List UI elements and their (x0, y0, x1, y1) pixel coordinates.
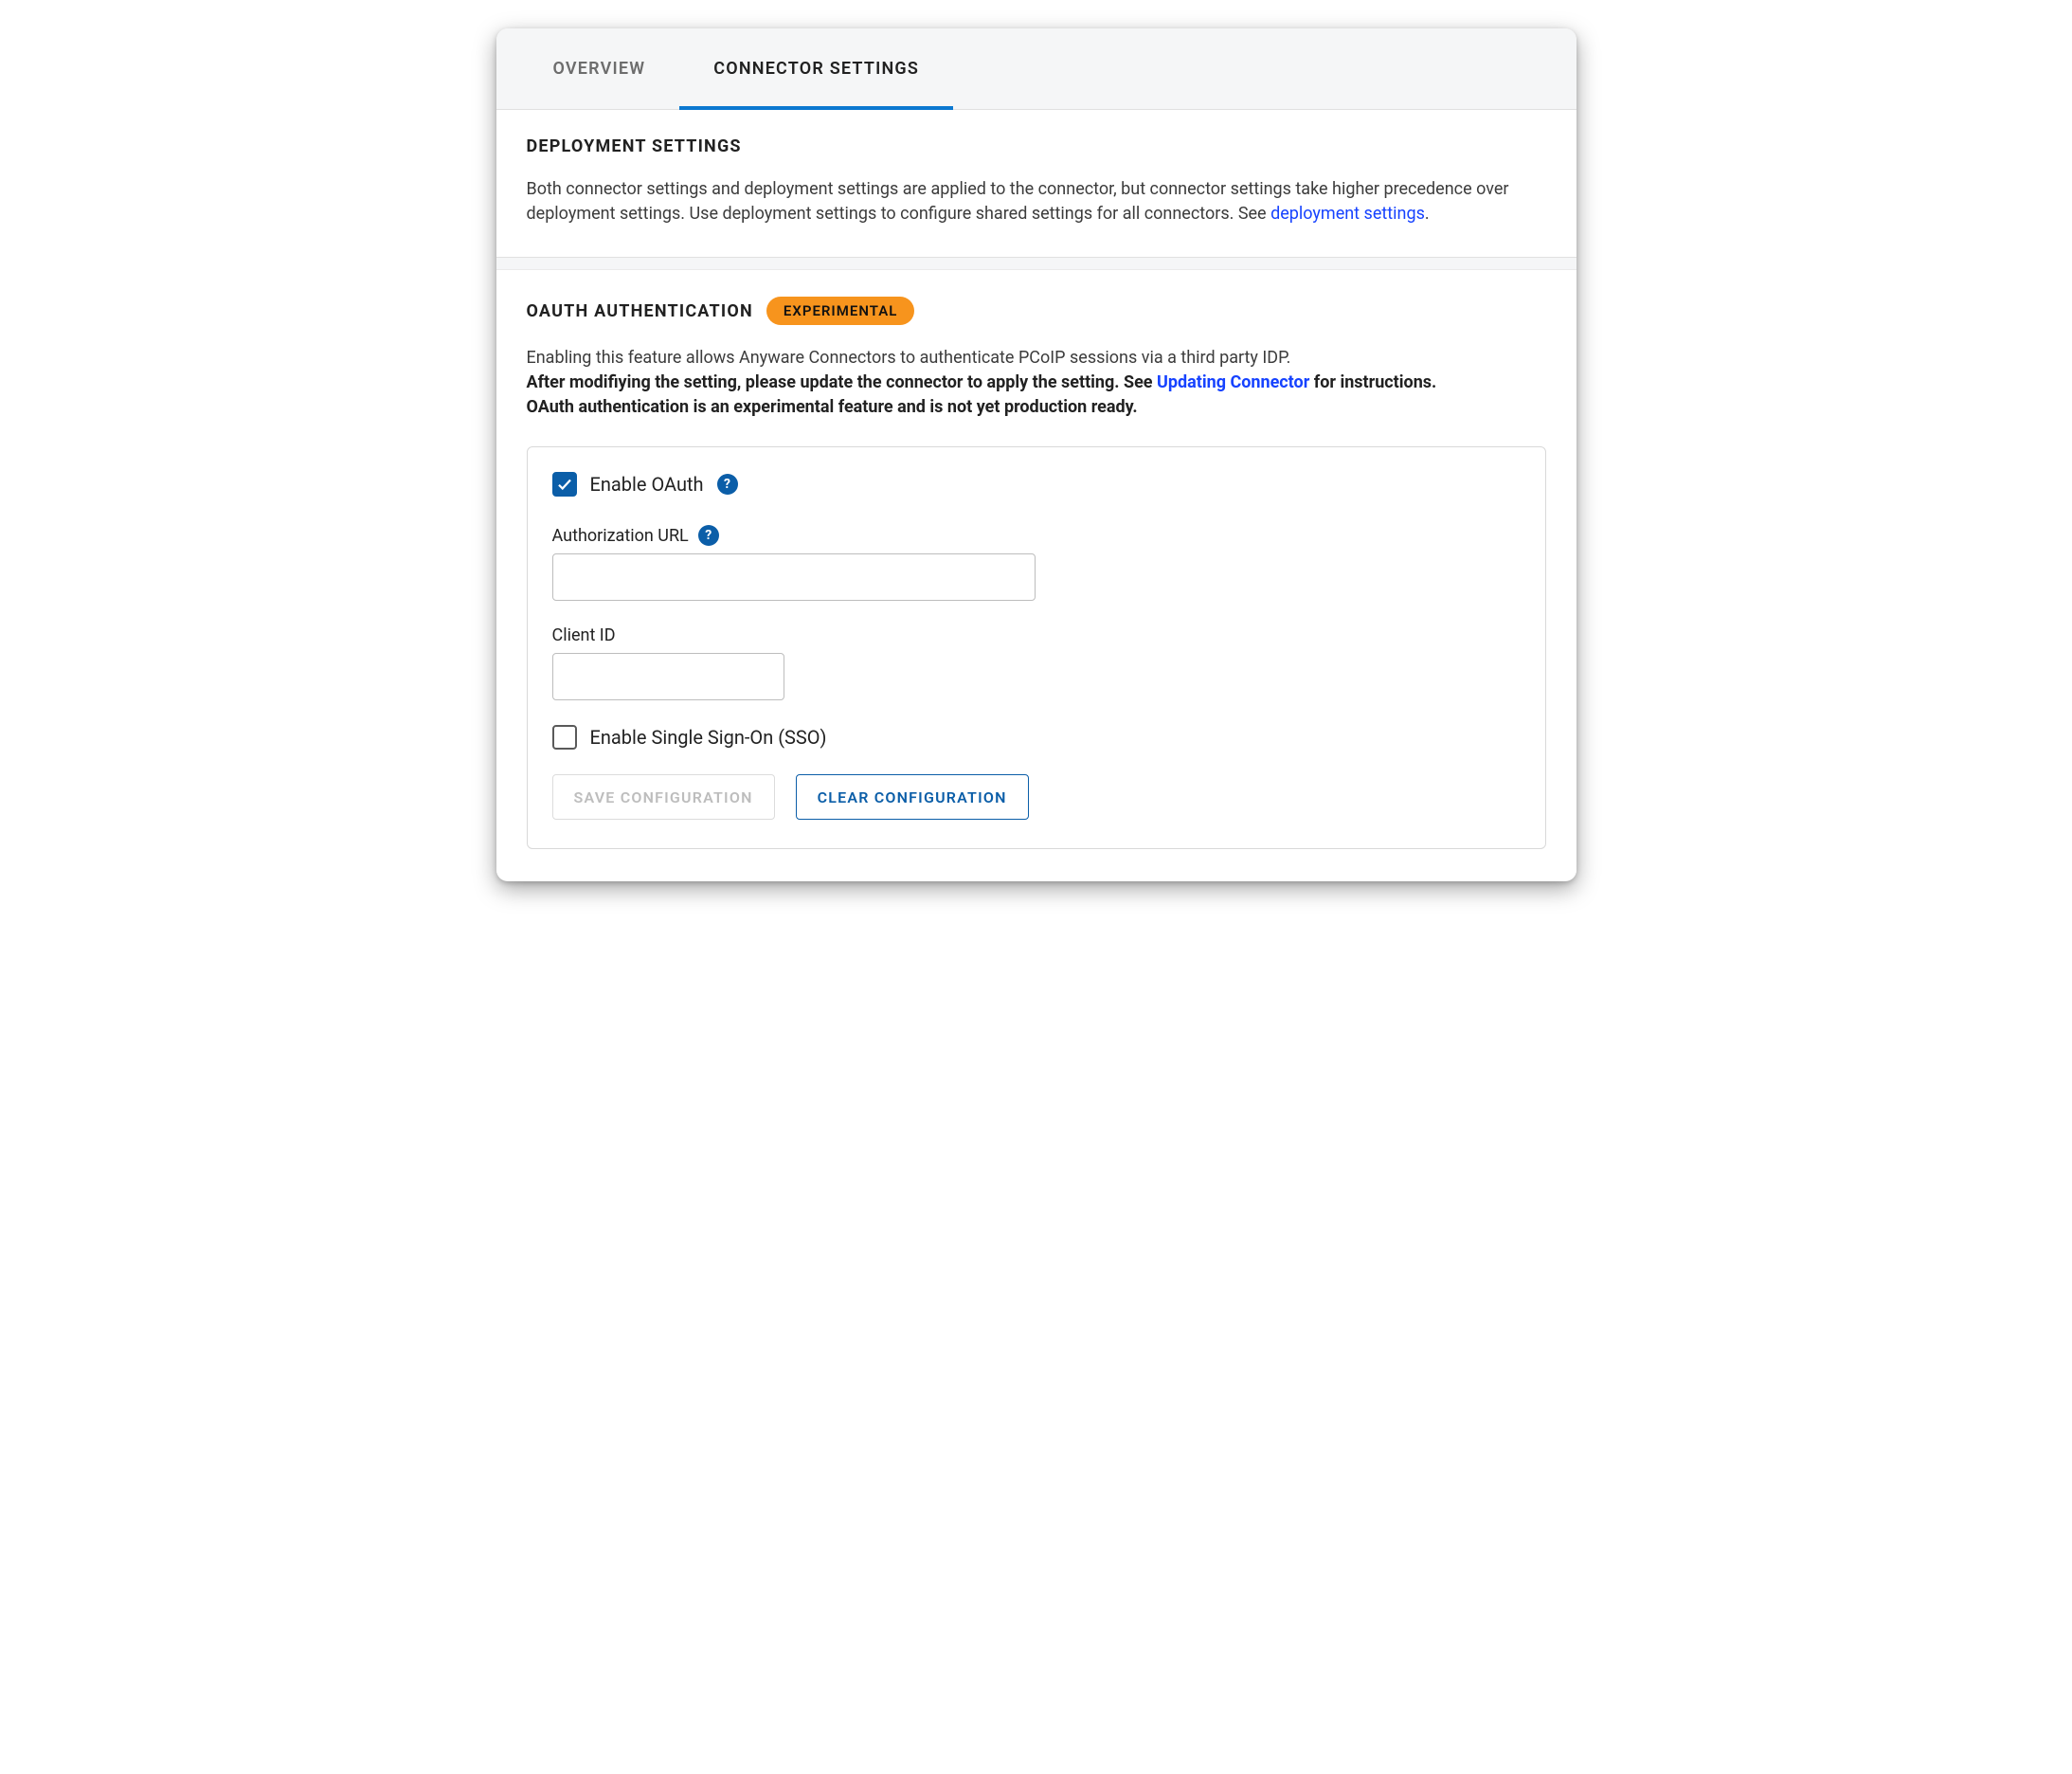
oauth-title-row: OAUTH AUTHENTICATION EXPERIMENTAL (527, 297, 1546, 325)
oauth-section: OAUTH AUTHENTICATION EXPERIMENTAL Enabli… (496, 270, 1577, 879)
enable-oauth-row: Enable OAuth ? (552, 472, 1521, 497)
help-icon[interactable]: ? (698, 525, 719, 546)
oauth-line2-prefix: After modifiying the setting, please upd… (527, 372, 1158, 392)
enable-oauth-checkbox[interactable] (552, 472, 577, 497)
oauth-title: OAUTH AUTHENTICATION (527, 301, 753, 321)
experimental-badge: EXPERIMENTAL (766, 297, 914, 325)
authorization-url-field: Authorization URL ? (552, 525, 1521, 601)
section-divider (496, 257, 1577, 270)
oauth-form-card: Enable OAuth ? Authorization URL ? Clien… (527, 446, 1546, 849)
updating-connector-link[interactable]: Updating Connector (1157, 372, 1309, 392)
oauth-description: Enabling this feature allows Anyware Con… (527, 346, 1546, 420)
deployment-settings-link[interactable]: deployment settings (1270, 204, 1425, 224)
deployment-settings-title: DEPLOYMENT SETTINGS (527, 136, 1546, 156)
oauth-line2-suffix: for instructions. (1309, 372, 1436, 392)
clear-configuration-button[interactable]: CLEAR CONFIGURATION (796, 774, 1029, 820)
help-icon[interactable]: ? (717, 474, 738, 495)
authorization-url-input[interactable] (552, 553, 1036, 601)
enable-oauth-label: Enable OAuth (590, 473, 704, 496)
settings-window: OVERVIEW CONNECTOR SETTINGS DEPLOYMENT S… (496, 28, 1577, 881)
deployment-settings-description: Both connector settings and deployment s… (527, 177, 1546, 226)
deployment-settings-section: DEPLOYMENT SETTINGS Both connector setti… (496, 110, 1577, 257)
tab-connector-settings[interactable]: CONNECTOR SETTINGS (679, 28, 953, 109)
tabs-bar: OVERVIEW CONNECTOR SETTINGS (496, 28, 1577, 110)
save-configuration-button: SAVE CONFIGURATION (552, 774, 775, 820)
oauth-line3: OAuth authentication is an experimental … (527, 397, 1138, 417)
check-icon (556, 476, 573, 493)
oauth-line1: Enabling this feature allows Anyware Con… (527, 348, 1291, 368)
deployment-desc-suffix: . (1425, 204, 1430, 224)
tab-overview[interactable]: OVERVIEW (519, 28, 680, 109)
enable-sso-row: Enable Single Sign-On (SSO) (552, 725, 1521, 750)
client-id-input[interactable] (552, 653, 784, 700)
enable-sso-checkbox[interactable] (552, 725, 577, 750)
oauth-button-row: SAVE CONFIGURATION CLEAR CONFIGURATION (552, 774, 1521, 820)
enable-sso-label: Enable Single Sign-On (SSO) (590, 726, 827, 749)
client-id-label: Client ID (552, 625, 616, 645)
client-id-field: Client ID (552, 625, 1521, 700)
authorization-url-label: Authorization URL (552, 526, 689, 546)
